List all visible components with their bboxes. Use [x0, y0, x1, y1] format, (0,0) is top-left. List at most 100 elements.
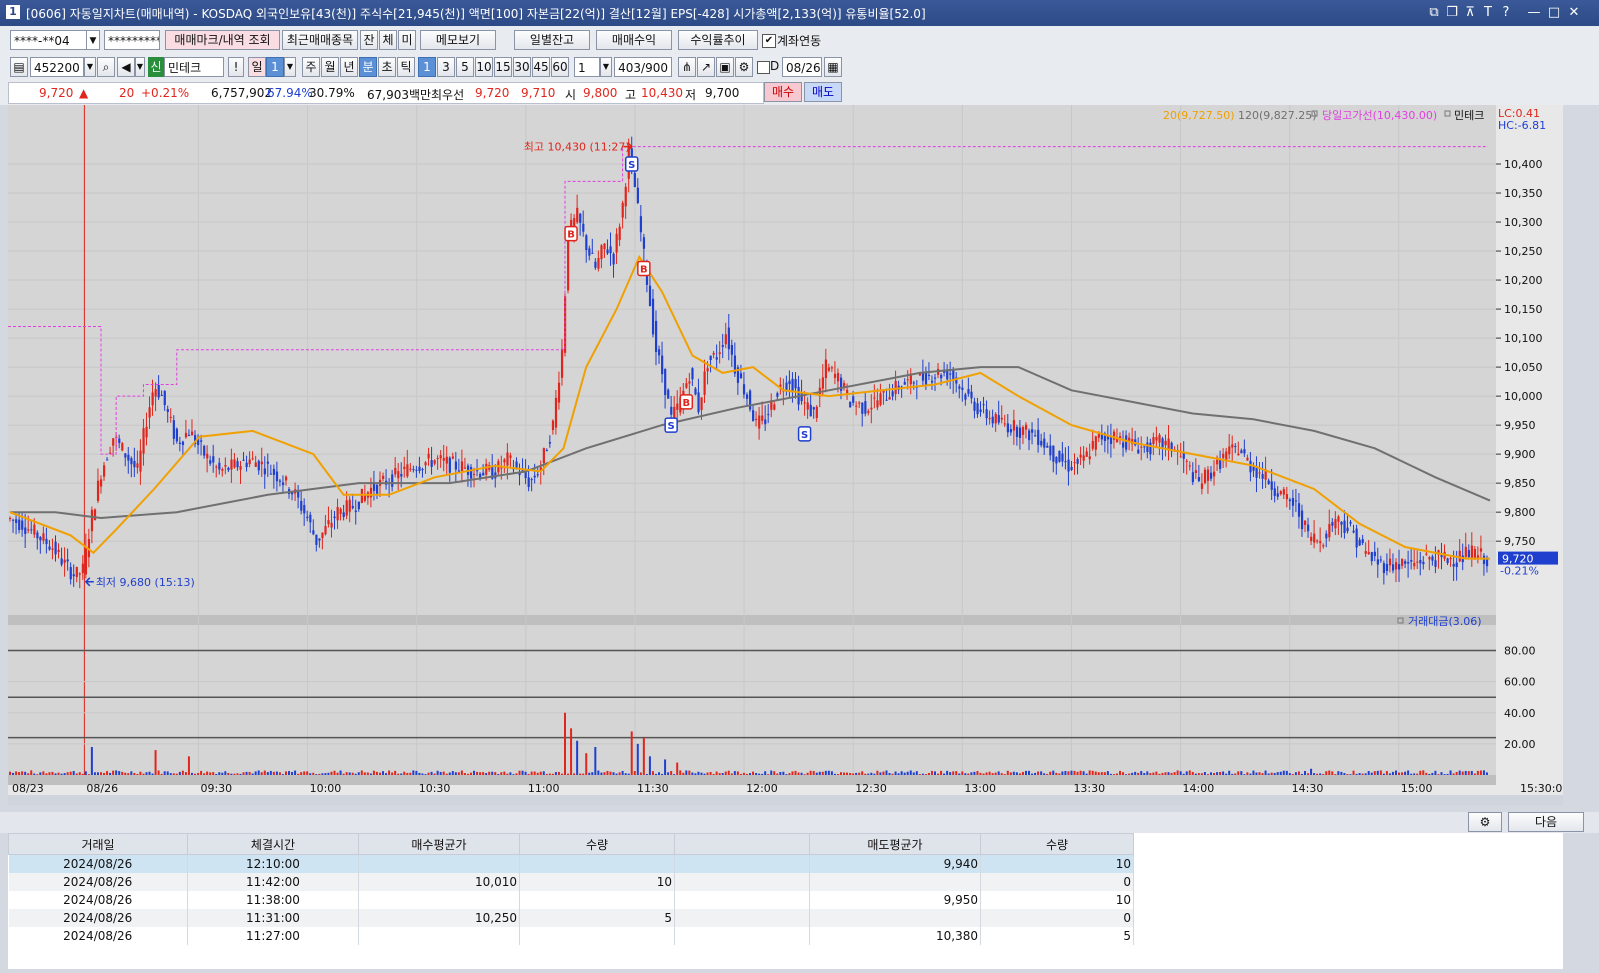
daily-balance-button[interactable]: 일별잔고 [514, 30, 590, 50]
table-cell [519, 891, 675, 909]
buy-button[interactable]: 매수 [764, 82, 802, 102]
volume-bar [160, 773, 163, 775]
interval-15-button[interactable]: 15 [494, 57, 512, 77]
d-label: D [770, 59, 780, 73]
table-row[interactable]: 2024/08/26 11:42:00 10,010 10 0 [8, 873, 1134, 891]
account-dropdown-icon[interactable]: ▼ [86, 30, 100, 50]
period-minute-button[interactable]: 분 [359, 57, 377, 77]
period-week-button[interactable]: 주 [302, 57, 320, 77]
column-header[interactable]: 수량 [519, 833, 675, 855]
table-row[interactable]: 2024/08/26 11:27:00 10,380 5 [8, 927, 1134, 945]
memo-button[interactable]: 메모보기 [420, 30, 496, 50]
volume-bar [749, 773, 751, 775]
column-header[interactable] [674, 833, 810, 855]
volume-bar [1100, 772, 1103, 775]
interval-5-button[interactable]: 5 [456, 57, 474, 77]
recent-trades-button[interactable]: 최근매매종목 [282, 30, 358, 50]
period-second-button[interactable]: 초 [378, 57, 396, 77]
balance-button[interactable]: 잔 [360, 30, 378, 50]
volume-bar [1398, 772, 1401, 775]
return-trend-button[interactable]: 수익률추이 [678, 30, 758, 50]
interval-10-button[interactable]: 10 [475, 57, 493, 77]
volume-bar [900, 771, 903, 775]
day-count-field[interactable]: 1 [266, 57, 284, 77]
interval-1-button[interactable]: 1 [418, 57, 436, 77]
volume-bar [1209, 772, 1212, 775]
draw-tool-icon[interactable]: ↗ [697, 57, 715, 77]
price-chart-svg[interactable]: 08/23 08/26 09:30 10:00 10:30 11:00 11:30 12:00… [8, 105, 1569, 805]
volume-bar [755, 773, 758, 775]
table-row[interactable]: 2024/08/26 11:31:00 10,250 5 0 [8, 909, 1134, 927]
volume-bar [867, 773, 870, 775]
column-header[interactable]: 매도평균가 [809, 833, 981, 855]
column-header[interactable]: 매수평균가 [358, 833, 520, 855]
sell-button[interactable]: 매도 [804, 82, 842, 102]
interval-60-button[interactable]: 60 [551, 57, 569, 77]
volume-bar [1243, 774, 1246, 775]
chart-menu-icon[interactable]: ▤ [10, 57, 28, 77]
execution-button[interactable]: 체 [379, 30, 397, 50]
next-button[interactable]: 다음 [1508, 812, 1584, 832]
column-header[interactable]: 수량 [980, 833, 1134, 855]
close-icon[interactable]: ✕ [1565, 4, 1583, 22]
text-tool-icon[interactable]: T [1479, 4, 1497, 22]
volume-bar [758, 773, 761, 775]
code-dropdown-icon[interactable]: ▼ [84, 57, 96, 77]
interval-count-field[interactable]: 1 [574, 57, 600, 77]
trade-profit-button[interactable]: 매매수익 [596, 30, 672, 50]
indicator-icon[interactable]: ⋔ [678, 57, 696, 77]
range-field[interactable]: 403/900 [614, 57, 672, 77]
volume-bar [1170, 772, 1173, 775]
speaker-icon[interactable]: ◀ [117, 57, 135, 77]
account-select[interactable]: ****-**04 [10, 30, 98, 50]
volume-bar [460, 770, 463, 775]
candle-body [318, 538, 321, 541]
column-header[interactable]: 체결시간 [187, 833, 359, 855]
chart-area[interactable]: 08/23 08/26 09:30 10:00 10:30 11:00 11:30 12:00… [8, 105, 1569, 805]
candle-body [970, 391, 973, 399]
account-link-checkbox[interactable]: ✔ [762, 34, 776, 48]
pending-button[interactable]: 미 [398, 30, 416, 50]
help-icon[interactable]: ? [1497, 4, 1515, 22]
calendar-icon[interactable]: ▦ [824, 57, 842, 77]
count-dropdown-icon[interactable]: ▼ [600, 57, 612, 77]
table-row[interactable]: 2024/08/26 11:38:00 9,950 10 [8, 891, 1134, 909]
layout-icon[interactable]: ⧉ [1425, 4, 1443, 22]
d-checkbox[interactable] [757, 61, 770, 74]
candle-body [691, 368, 694, 380]
minimize-icon[interactable]: — [1525, 4, 1543, 22]
volume-bar [597, 770, 600, 775]
search-icon[interactable]: ⌕ [97, 57, 115, 77]
table-row[interactable]: 2024/08/26 12:10:00 9,940 10 [8, 854, 1134, 873]
password-field[interactable]: ********* [104, 30, 160, 50]
stock-name-field[interactable]: 민테크 [164, 57, 224, 77]
volume-bar [927, 772, 930, 775]
column-header[interactable]: 거래일 [8, 833, 188, 855]
volume-bar [1446, 773, 1449, 775]
period-month-button[interactable]: 월 [321, 57, 339, 77]
pin-icon[interactable]: ⊼ [1461, 4, 1479, 22]
alert-button[interactable]: ! [228, 57, 244, 77]
date-field[interactable]: 08/26 [782, 57, 822, 77]
day-dropdown-icon[interactable]: ▼ [284, 57, 296, 77]
maximize-icon[interactable]: □ [1545, 4, 1563, 22]
interval-45-button[interactable]: 45 [532, 57, 550, 77]
period-tick-button[interactable]: 틱 [397, 57, 415, 77]
volume-bar [703, 773, 706, 775]
table-settings-gear-icon[interactable]: ⚙ [1468, 812, 1502, 832]
period-year-button[interactable]: 년 [340, 57, 358, 77]
stock-code-input[interactable]: 452200 [30, 57, 84, 77]
interval-3-button[interactable]: 3 [437, 57, 455, 77]
interval-30-button[interactable]: 30 [513, 57, 531, 77]
candle-body [1258, 472, 1261, 474]
settings-gear-icon[interactable]: ⚙ [735, 57, 753, 77]
copy-icon[interactable]: ❐ [1443, 4, 1461, 22]
candle-body [1431, 556, 1434, 561]
candle-body [658, 349, 661, 356]
candle-body [721, 345, 724, 347]
save-icon[interactable]: ▣ [716, 57, 734, 77]
speaker-dropdown-icon[interactable]: ▼ [135, 57, 145, 77]
marker-query-button[interactable]: 매매마크/내역 조회 [165, 30, 280, 50]
period-day-button[interactable]: 일 [248, 57, 266, 77]
y-tick-label: 9,850 [1504, 477, 1536, 490]
